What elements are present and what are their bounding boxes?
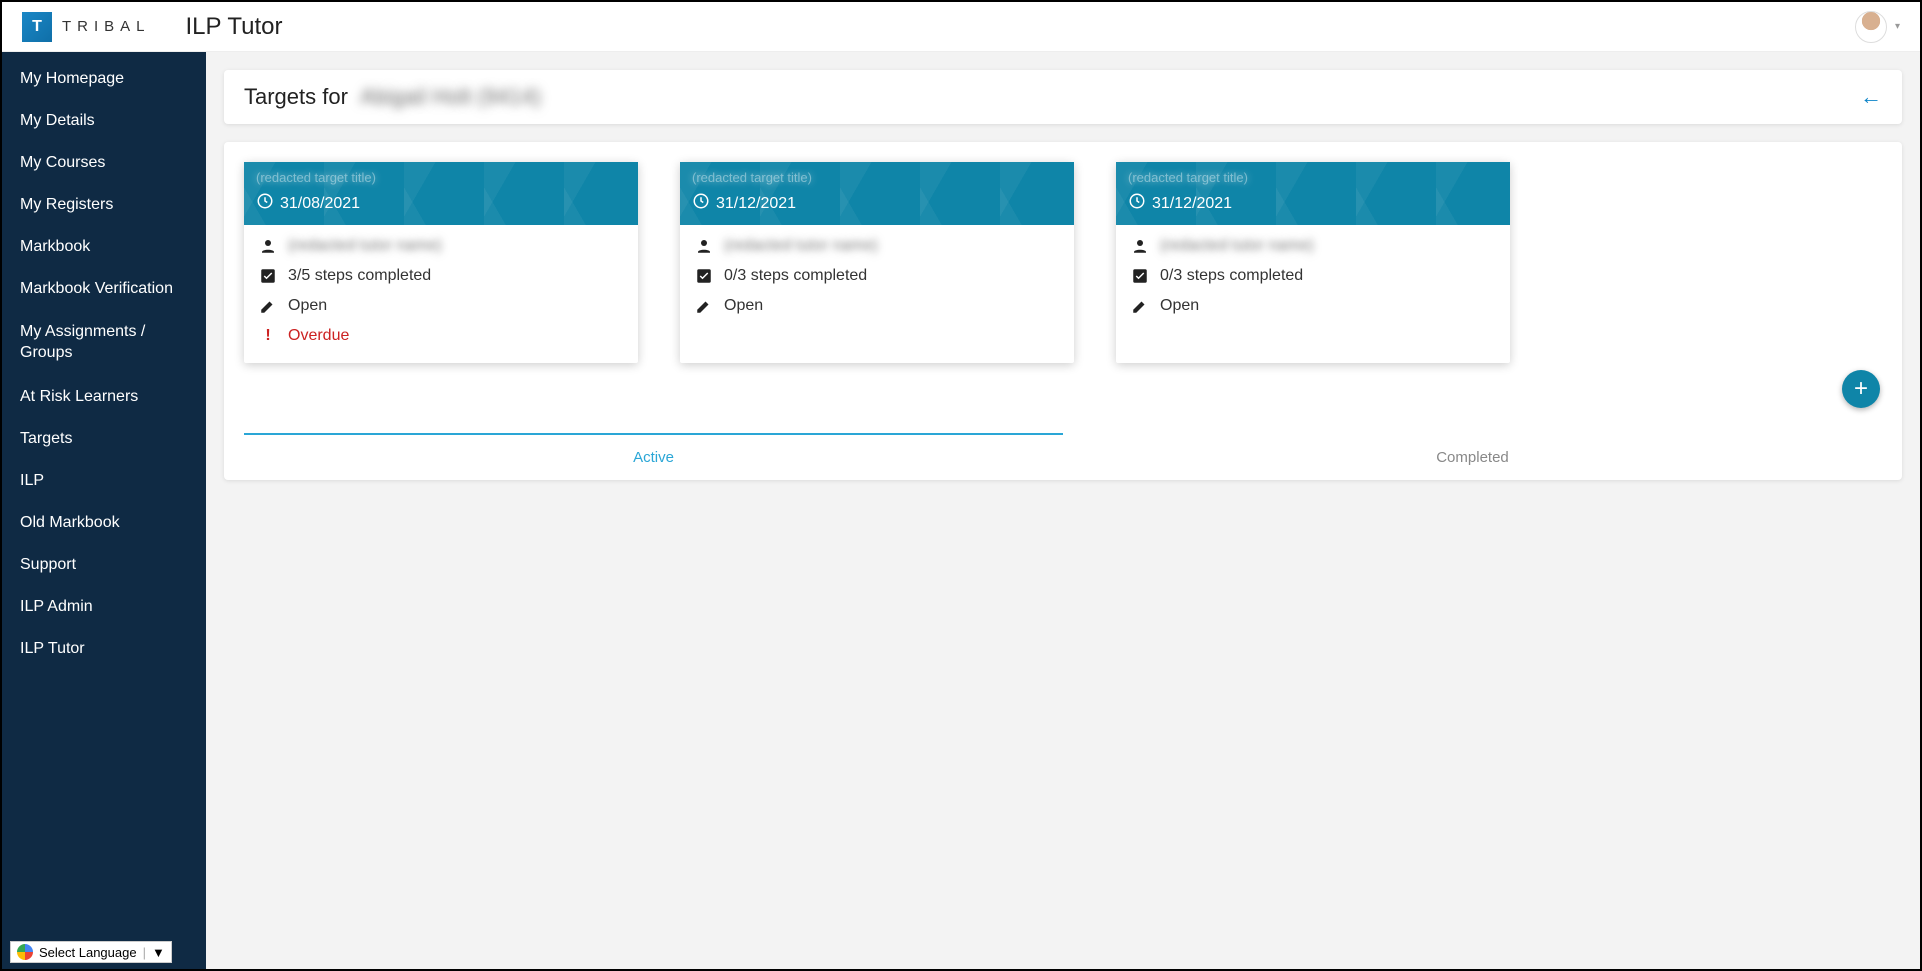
chevron-down-icon: ▼ [152, 945, 165, 960]
card-person: (redacted tutor name) [288, 237, 442, 255]
card-header: (redacted target title) 31/12/2021 [1116, 162, 1510, 225]
sidebar-item-my-assignments-groups[interactable]: My Assignments / Groups [2, 310, 206, 376]
checkbox-icon [692, 267, 716, 285]
page-title-bar: Targets for Abigail Holt (9414) ← [224, 70, 1902, 124]
person-icon [256, 237, 280, 255]
card-person: (redacted tutor name) [724, 237, 878, 255]
checkbox-icon [1128, 267, 1152, 285]
cards-row: (redacted target title) 31/08/2021 [244, 162, 1882, 363]
page-title-prefix: Targets for [244, 84, 348, 109]
sidebar-item-targets[interactable]: Targets [2, 418, 206, 460]
back-arrow-icon[interactable]: ← [1860, 84, 1882, 110]
sidebar-item-ilp-tutor[interactable]: ILP Tutor [2, 628, 206, 670]
sidebar-item-my-homepage[interactable]: My Homepage [2, 58, 206, 100]
app-title: ILP Tutor [186, 13, 283, 41]
sidebar-item-my-registers[interactable]: My Registers [2, 184, 206, 226]
sidebar-item-markbook-verification[interactable]: Markbook Verification [2, 268, 206, 310]
card-title: (redacted target title) [1128, 170, 1498, 188]
sidebar-item-ilp-admin[interactable]: ILP Admin [2, 586, 206, 628]
sidebar-item-markbook[interactable]: Markbook [2, 226, 206, 268]
sidebar-item-old-markbook[interactable]: Old Markbook [2, 502, 206, 544]
card-person: (redacted tutor name) [1160, 237, 1314, 255]
pencil-icon [256, 297, 280, 315]
card-steps: 3/5 steps completed [288, 267, 431, 285]
card-steps: 0/3 steps completed [724, 267, 867, 285]
tab-completed[interactable]: Completed [1063, 433, 1882, 480]
card-title: (redacted target title) [692, 170, 1062, 188]
page-title: Targets for Abigail Holt (9414) [244, 84, 541, 110]
sidebar-item-ilp[interactable]: ILP [2, 460, 206, 502]
target-card[interactable]: (redacted target title) 31/08/2021 [244, 162, 638, 363]
google-icon [17, 944, 33, 960]
pencil-icon [1128, 297, 1152, 315]
targets-panel: (redacted target title) 31/08/2021 [224, 142, 1902, 480]
clock-icon [1128, 192, 1152, 215]
language-selector[interactable]: Select Language | ▼ [10, 941, 172, 963]
card-date: 31/08/2021 [280, 195, 360, 213]
tab-active[interactable]: Active [244, 433, 1063, 480]
card-overdue: Overdue [288, 327, 349, 345]
divider: | [143, 945, 146, 960]
sidebar: My Homepage My Details My Courses My Reg… [2, 52, 206, 969]
clock-icon [256, 192, 280, 215]
page-title-name: Abigail Holt (9414) [360, 84, 541, 109]
card-date: 31/12/2021 [716, 195, 796, 213]
logo-icon: T [22, 12, 52, 42]
card-status: Open [1160, 297, 1199, 315]
main-content: Targets for Abigail Holt (9414) ← (redac… [206, 52, 1920, 969]
card-steps: 0/3 steps completed [1160, 267, 1303, 285]
card-header: (redacted target title) 31/08/2021 [244, 162, 638, 225]
add-target-button[interactable]: + [1842, 370, 1880, 408]
avatar[interactable] [1855, 11, 1887, 43]
person-icon [692, 237, 716, 255]
card-date: 31/12/2021 [1152, 195, 1232, 213]
card-header: (redacted target title) 31/12/2021 [680, 162, 1074, 225]
pencil-icon [692, 297, 716, 315]
checkbox-icon [256, 267, 280, 285]
language-label: Select Language [39, 945, 137, 960]
sidebar-item-support[interactable]: Support [2, 544, 206, 586]
card-status: Open [724, 297, 763, 315]
tabs-bar: Active Completed [244, 433, 1882, 480]
target-card[interactable]: (redacted target title) 31/12/2021 [1116, 162, 1510, 363]
card-title: (redacted target title) [256, 170, 626, 188]
brand-text: TRIBAL [62, 18, 151, 35]
sidebar-item-at-risk-learners[interactable]: At Risk Learners [2, 376, 206, 418]
target-card[interactable]: (redacted target title) 31/12/2021 [680, 162, 1074, 363]
sidebar-item-my-details[interactable]: My Details [2, 100, 206, 142]
person-icon [1128, 237, 1152, 255]
clock-icon [692, 192, 716, 215]
chevron-down-icon[interactable]: ▾ [1895, 21, 1900, 32]
card-status: Open [288, 297, 327, 315]
sidebar-item-my-courses[interactable]: My Courses [2, 142, 206, 184]
exclamation-icon: ! [256, 327, 280, 345]
header-bar: T TRIBAL ILP Tutor ▾ [2, 2, 1920, 52]
